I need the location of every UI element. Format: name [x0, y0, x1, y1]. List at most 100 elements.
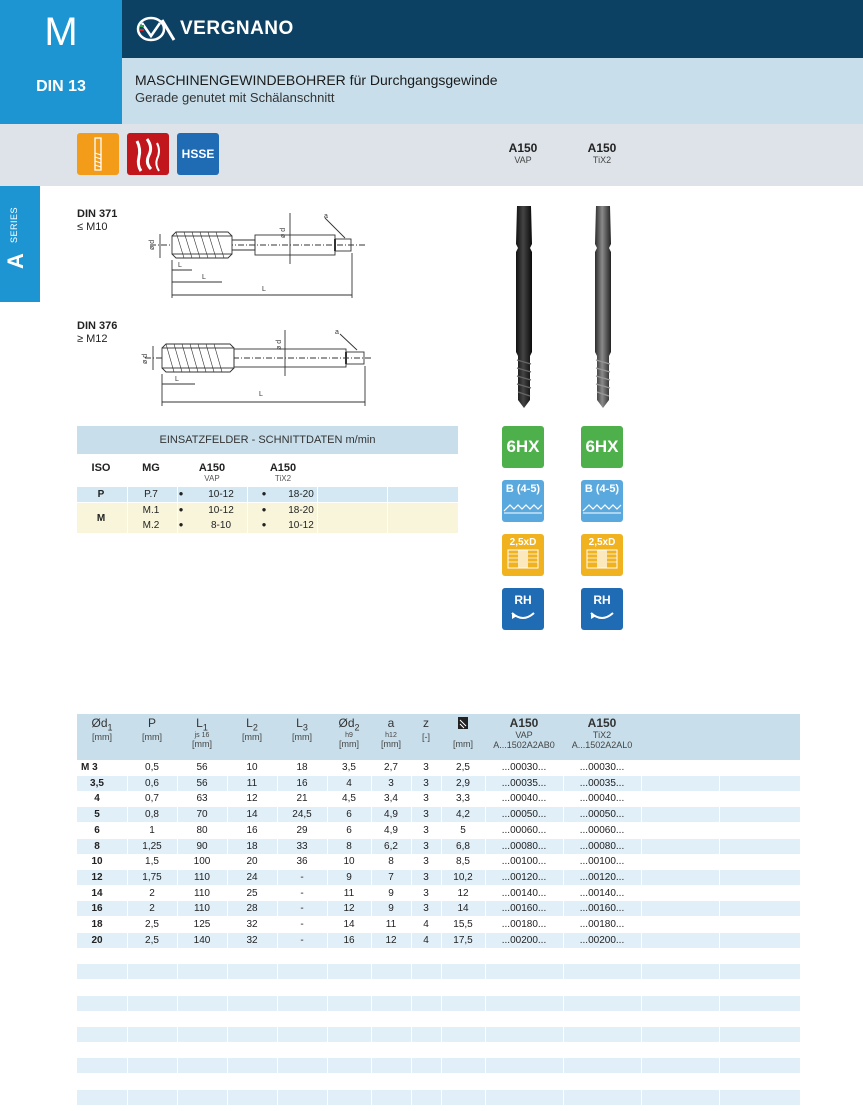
tap-drawing-din371: ø d ø d a L L L: [149, 213, 366, 298]
table-row: [77, 1058, 800, 1074]
table-cell: 9: [388, 903, 394, 915]
table-cell: ...00160...: [501, 903, 547, 915]
side-tab-label: SERIES: [9, 206, 20, 244]
table-cell: 3: [423, 777, 429, 789]
table-row: 3,5 0,6 56 11 16 4 3 3 2,9 ...00035... ...00035...: [77, 775, 800, 791]
dim-l1: L: [259, 391, 263, 398]
table-cell: 1,75: [142, 871, 162, 883]
table-cell: ...00060...: [501, 824, 547, 836]
table-row: [77, 1042, 800, 1058]
table-cell: 4: [423, 919, 429, 930]
table-cell: -: [300, 871, 304, 883]
table-cell: 110: [194, 887, 210, 899]
cd-row-p7: P P.7 ● 10-12 ● 18-20: [77, 487, 458, 502]
table-row: [77, 1089, 800, 1105]
table-cell: ...00100...: [579, 856, 625, 868]
table-row: 10 1,5 100 20 36 10 8 3 8,5 ...00100... ...00100..…: [77, 854, 800, 870]
table-cell: 4,2: [456, 809, 470, 821]
dim-a: a: [324, 213, 328, 220]
table-cell: ...00030...: [579, 762, 625, 773]
dim-d1: ø d: [149, 240, 156, 250]
dim-d2: ø d: [280, 228, 287, 238]
drawing-label-din376: DIN 376 ≥ M12: [77, 320, 118, 345]
table-cell: ...00140...: [579, 887, 625, 899]
table-cell: 140: [193, 934, 211, 946]
table-cell: 2,7: [384, 762, 398, 773]
table-cell: ...00035...: [501, 777, 547, 789]
table-cell: 14: [343, 919, 355, 930]
table-cell: 3: [423, 856, 429, 868]
table-cell: 32: [246, 919, 258, 930]
table-cell: 11: [246, 777, 258, 789]
column-header: L1 js 16 [mm]: [192, 716, 212, 750]
table-cell: 7: [388, 871, 394, 883]
table-row: 20 2,5 140 32 - 16 12 4 17,5 ...00200... ...00200.…: [77, 932, 800, 948]
table-cell: 36: [296, 856, 308, 868]
table-cell: 3,4: [384, 793, 398, 805]
side-tab-letter: A: [2, 253, 28, 269]
table-cell: ...00120...: [501, 871, 547, 883]
tolerance-6hx-icon: 6HX: [502, 426, 544, 468]
table-cell: ...00035...: [579, 777, 625, 789]
table-cell: 12: [457, 887, 469, 899]
table-cell: 5: [94, 809, 100, 821]
tap-photo-vap: [516, 206, 532, 408]
table-cell: 25: [246, 887, 258, 899]
dim-d2: ø d: [276, 340, 283, 350]
table-cell: ...00140...: [501, 887, 547, 899]
product-title: MASCHINENGEWINDEBOHRER für Durchgangsgew…: [135, 72, 498, 88]
dim-l1: L: [262, 286, 266, 293]
table-row: [77, 948, 800, 964]
table-cell: 70: [196, 809, 208, 821]
table-cell: 3: [423, 903, 429, 915]
table-cell: 125: [193, 919, 211, 930]
table-cell: 6: [346, 824, 352, 836]
series-letter: M: [44, 10, 78, 54]
column-header: Ød2 h9 [mm]: [338, 716, 360, 750]
table-cell: 110: [194, 903, 210, 915]
column-header: z [-]: [422, 716, 430, 743]
table-cell: 12: [246, 793, 258, 805]
dim-d1: ø d: [142, 354, 149, 364]
table-cell: 3: [423, 871, 429, 883]
table-cell: 11: [343, 887, 355, 899]
tap-drawing-din376: ø d ø d a L L: [142, 329, 371, 406]
table-cell: 1,5: [145, 856, 159, 868]
tolerance-6hx-icon: 6HX: [581, 426, 623, 468]
table-cell: 16: [91, 903, 103, 915]
table-cell: 32: [246, 934, 258, 946]
table-cell: ...00030...: [501, 762, 547, 773]
table-row: 16 2 110 28 - 12 9 3 14 ...00160... ...00160...: [77, 901, 800, 917]
table-cell: 20: [91, 934, 103, 946]
table-row: 6 1 80 16 29 6 4,9 3 5 ...00060... ...00060...: [77, 822, 800, 838]
table-row: 12 1,75 110 24 - 9 7 3 10,2 ...00120... ...00120..…: [77, 869, 800, 885]
table-row: 5 0,8 70 14 24,5 6 4,9 3 4,2 ...00050... ...00050.…: [77, 807, 800, 823]
table-row: [77, 1011, 800, 1027]
table-cell: 28: [246, 903, 258, 915]
table-cell: 8,5: [456, 856, 470, 868]
vergnano-logo-icon: [136, 16, 176, 42]
table-row: [77, 1026, 800, 1042]
cd-row-m1: M.1 ● 10-12 ● 18-20: [77, 503, 458, 518]
table-cell: 6: [94, 824, 100, 836]
table-cell: 3: [423, 809, 429, 821]
spiral-chip-icon: [127, 133, 169, 175]
drill-size-icon: [458, 717, 468, 729]
dim-a: a: [335, 329, 339, 336]
table-cell: 56: [196, 777, 208, 789]
table-cell: 16: [296, 777, 308, 789]
table-cell: -: [300, 903, 304, 915]
table-row: [77, 995, 800, 1011]
column-header: a h12 [mm]: [381, 716, 401, 750]
table-cell: ...00120...: [579, 871, 625, 883]
table-cell: 2,5: [145, 934, 159, 946]
table-cell: 24,5: [292, 809, 312, 821]
table-cell: 3,5: [90, 777, 104, 789]
header-bar: [0, 0, 863, 58]
column-header: Ød1 [mm]: [91, 716, 113, 743]
cd-header-iso: ISO: [91, 462, 111, 474]
table-cell: 8: [94, 840, 100, 852]
table-cell: 100: [193, 856, 211, 868]
table-cell: ...00050...: [579, 809, 625, 821]
brand-logo: VERGNANO: [136, 14, 294, 44]
